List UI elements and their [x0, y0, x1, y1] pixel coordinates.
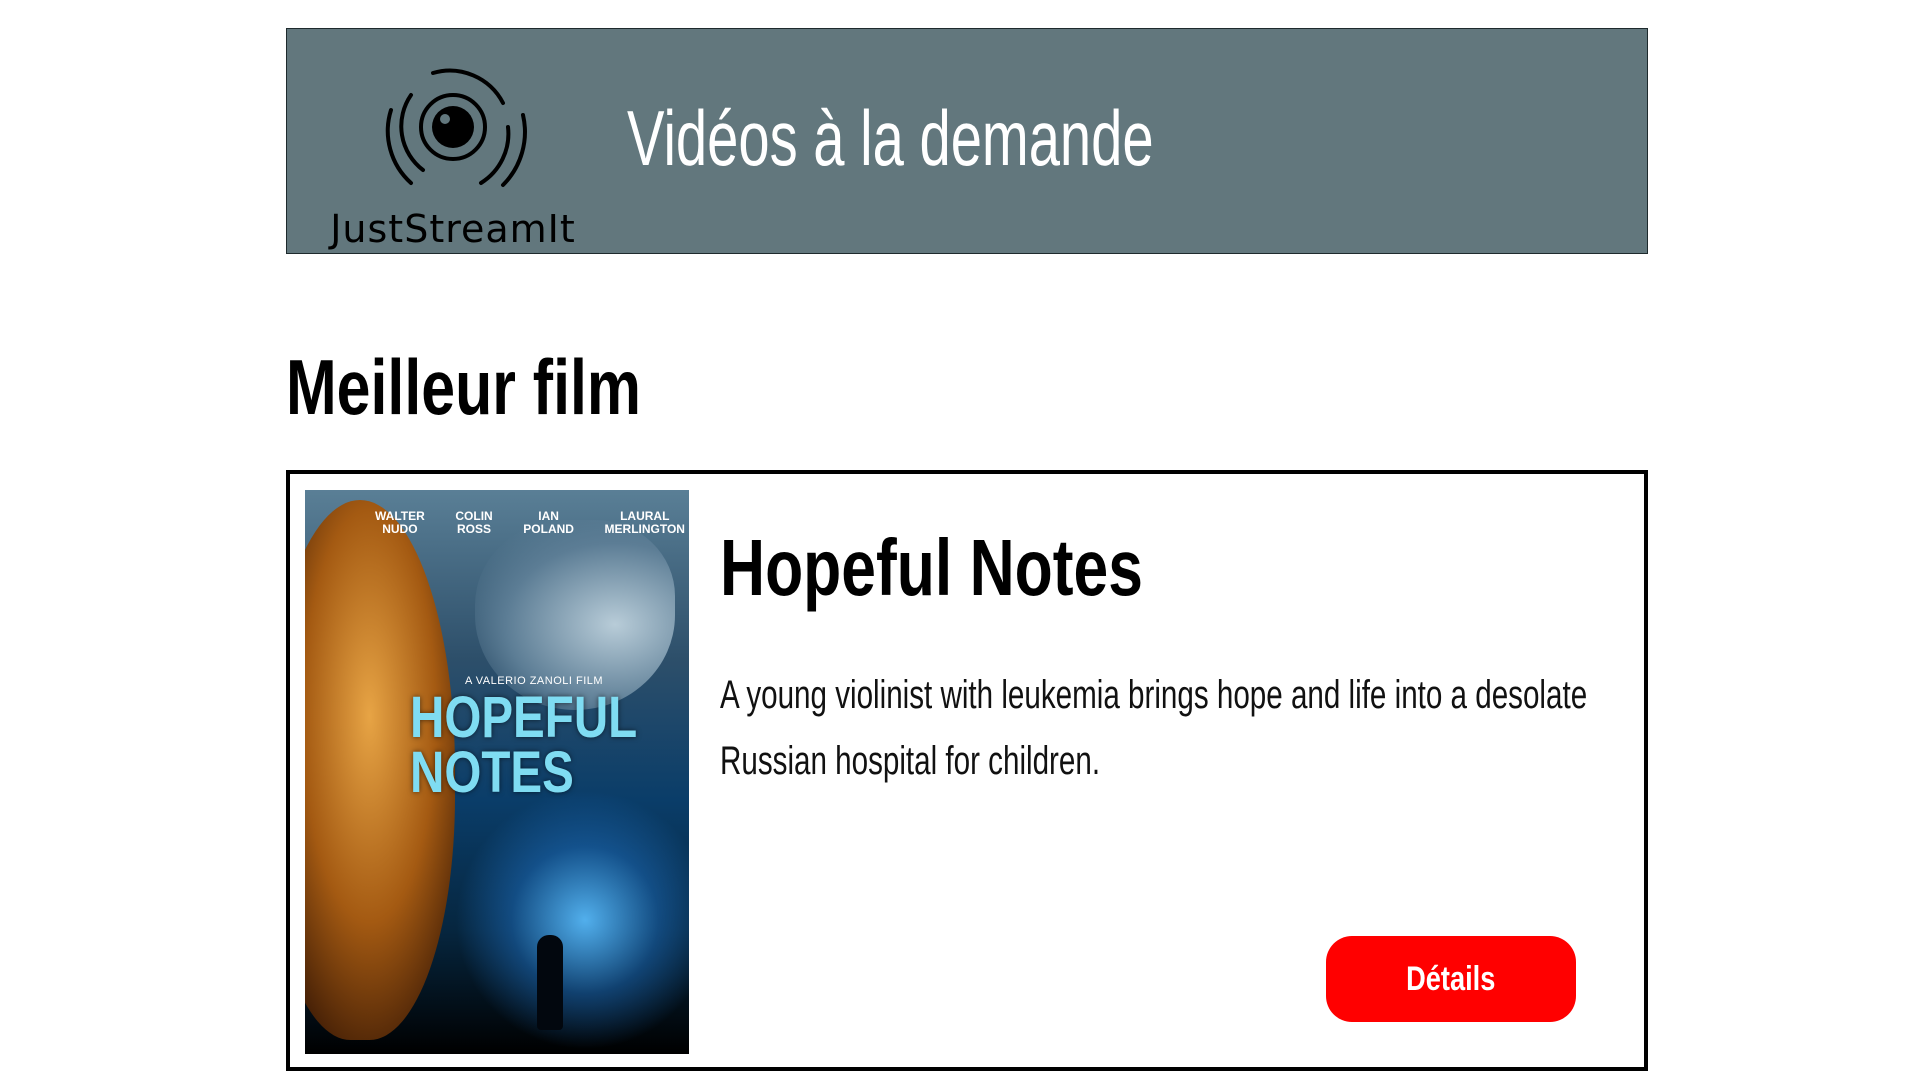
logo-text: JustStreamIt [330, 207, 576, 251]
poster-cast-name: IAN POLAND [523, 509, 574, 536]
poster-cast-list: WALTER NUDO COLIN ROSS IAN POLAND LAURAL… [375, 510, 685, 535]
camera-lens-icon [385, 68, 527, 187]
poster-title: HOPEFUL NOTES [410, 685, 638, 806]
poster-cast-name: COLIN ROSS [455, 509, 493, 536]
poster-cast-name: WALTER NUDO [375, 509, 425, 536]
site-logo[interactable]: JustStreamIt [313, 49, 593, 251]
details-button-label: Détails [1406, 959, 1496, 998]
page: JustStreamIt Vidéos à la demande Meilleu… [0, 0, 1920, 1080]
movie-description: A young violinist with leukemia brings h… [720, 673, 1588, 783]
best-movie-card: WALTER NUDO COLIN ROSS IAN POLAND LAURAL… [286, 470, 1648, 1071]
header-title: Vidéos à la demande [627, 94, 1154, 182]
poster-violinist-silhouette [537, 935, 563, 1030]
details-button[interactable]: Détails [1326, 936, 1576, 1022]
site-header: JustStreamIt Vidéos à la demande [286, 28, 1648, 254]
poster-glow-graphic [455, 790, 689, 1050]
movie-title: Hopeful Notes [720, 523, 1143, 612]
movie-poster[interactable]: WALTER NUDO COLIN ROSS IAN POLAND LAURAL… [305, 490, 689, 1054]
poster-cast-name: LAURAL MERLINGTON [604, 509, 685, 536]
best-movie-section-title: Meilleur film [286, 343, 641, 431]
